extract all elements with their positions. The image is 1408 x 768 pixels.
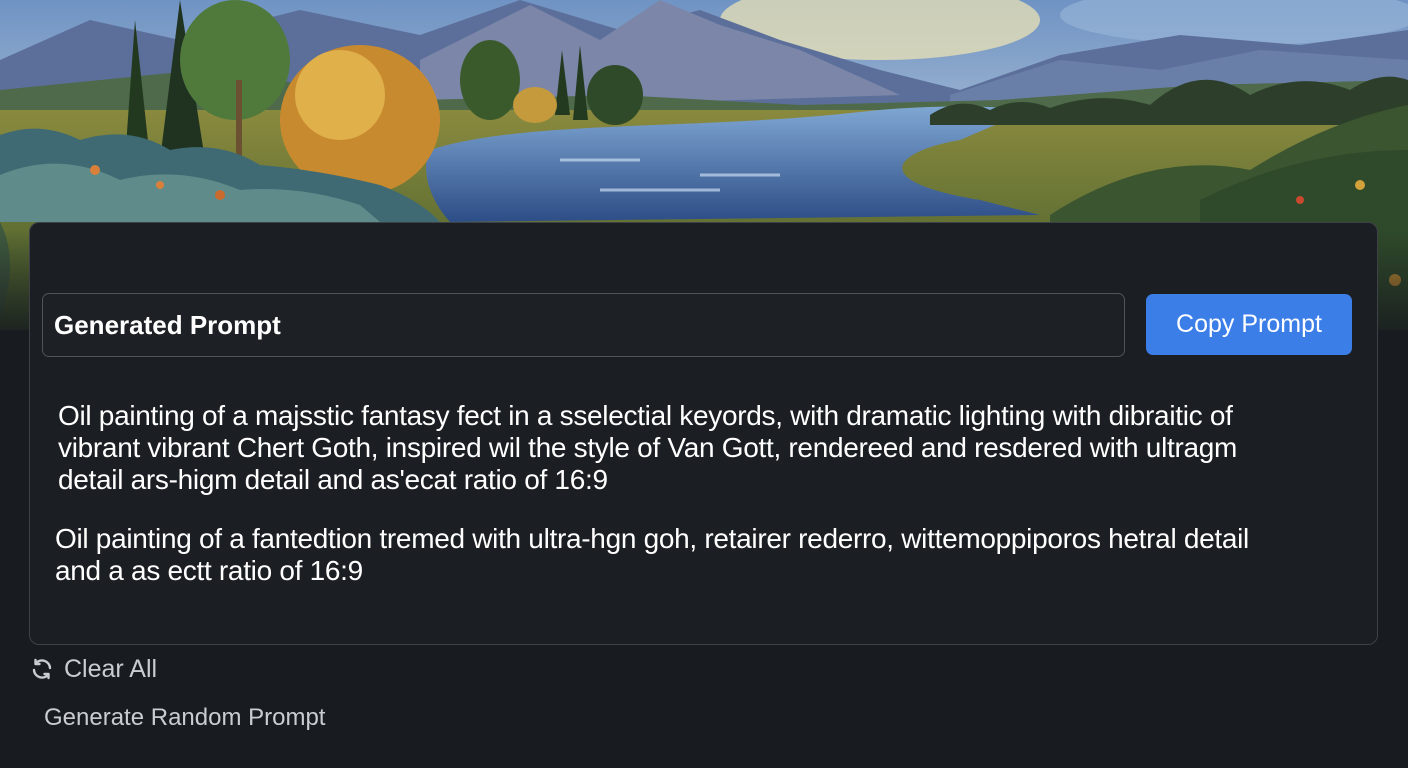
clear-all-button[interactable]: Clear All [30, 652, 157, 686]
prompt-panel: Generated Prompt Copy Prompt Oil paintin… [29, 222, 1378, 645]
refresh-icon [30, 657, 54, 681]
clear-all-label: Clear All [64, 654, 158, 683]
app-root: Generated Prompt Copy Prompt Oil paintin… [0, 0, 1408, 768]
generated-prompt-title: Generated Prompt [42, 293, 1125, 357]
prompt-paragraph-2: Oil painting of a fantedtion tremed with… [55, 523, 1249, 586]
prompt-paragraph-1: Oil painting of a majsstic fantasy fect … [58, 400, 1238, 495]
generate-random-prompt-link[interactable]: Generate Random Prompt [44, 703, 325, 733]
copy-prompt-button[interactable]: Copy Prompt [1146, 294, 1352, 355]
